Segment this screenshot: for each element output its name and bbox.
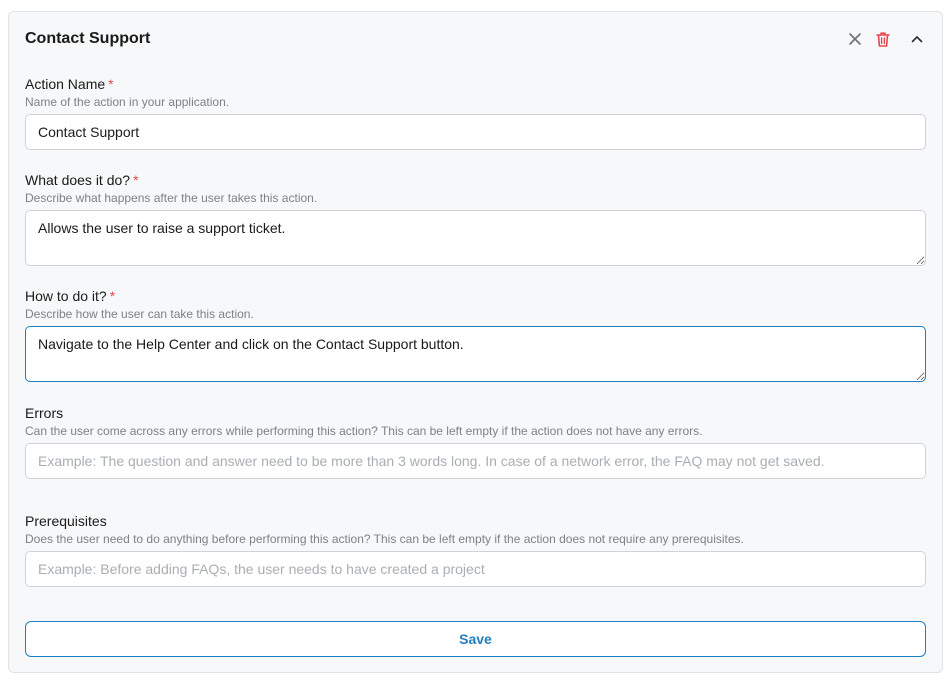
close-button[interactable]: [846, 30, 864, 48]
what-does-it-do-help: Describe what happens after the user tak…: [25, 191, 318, 205]
header-actions: [846, 28, 926, 50]
prerequisites-label: Prerequisites: [25, 513, 107, 529]
prerequisites-field: Prerequisites Does the user need to do a…: [25, 513, 926, 587]
action-name-label-text: Action Name: [25, 76, 106, 92]
action-name-label: Action Name *: [25, 76, 926, 93]
required-mark: *: [108, 76, 114, 92]
required-mark: *: [109, 288, 116, 304]
action-card: Contact Support Action Name * Name of th…: [8, 11, 943, 673]
delete-button[interactable]: [874, 30, 892, 48]
how-to-do-it-help: Describe how the user can take this acti…: [25, 307, 254, 321]
card-header: Contact Support: [25, 28, 926, 50]
collapse-button[interactable]: [908, 30, 926, 48]
action-name-input[interactable]: [25, 114, 926, 150]
chevron-up-icon: [911, 36, 923, 43]
what-does-it-do-field: What does it do? * Describe what happens …: [25, 172, 926, 271]
action-name-field: Action Name * Name of the action in your …: [25, 76, 926, 150]
close-icon: [849, 33, 861, 45]
what-does-it-do-textarea[interactable]: Allows the user to raise a support ticke…: [25, 210, 926, 266]
how-to-do-it-label-text: How to do it?: [25, 288, 107, 304]
what-does-it-do-label: What does it do? *: [25, 172, 926, 189]
errors-input[interactable]: [25, 443, 926, 479]
required-mark: *: [133, 172, 139, 188]
errors-help: Can the user come across any errors whil…: [25, 424, 703, 438]
prerequisites-input[interactable]: [25, 551, 926, 587]
prerequisites-help: Does the user need to do anything before…: [25, 532, 744, 546]
card-title: Contact Support: [25, 30, 151, 47]
how-to-do-it-textarea[interactable]: Navigate to the Help Center and click on…: [25, 326, 926, 382]
how-to-do-it-field: How to do it? * Describe how the user can…: [25, 288, 926, 387]
errors-field: Errors Can the user come across any erro…: [25, 405, 926, 479]
action-name-help: Name of the action in your application.: [25, 95, 230, 109]
trash-icon: [876, 31, 890, 47]
save-button[interactable]: Save: [25, 621, 926, 657]
what-does-it-do-label-text: What does it do?: [25, 172, 131, 188]
how-to-do-it-label: How to do it? *: [25, 288, 926, 305]
errors-label: Errors: [25, 405, 64, 421]
